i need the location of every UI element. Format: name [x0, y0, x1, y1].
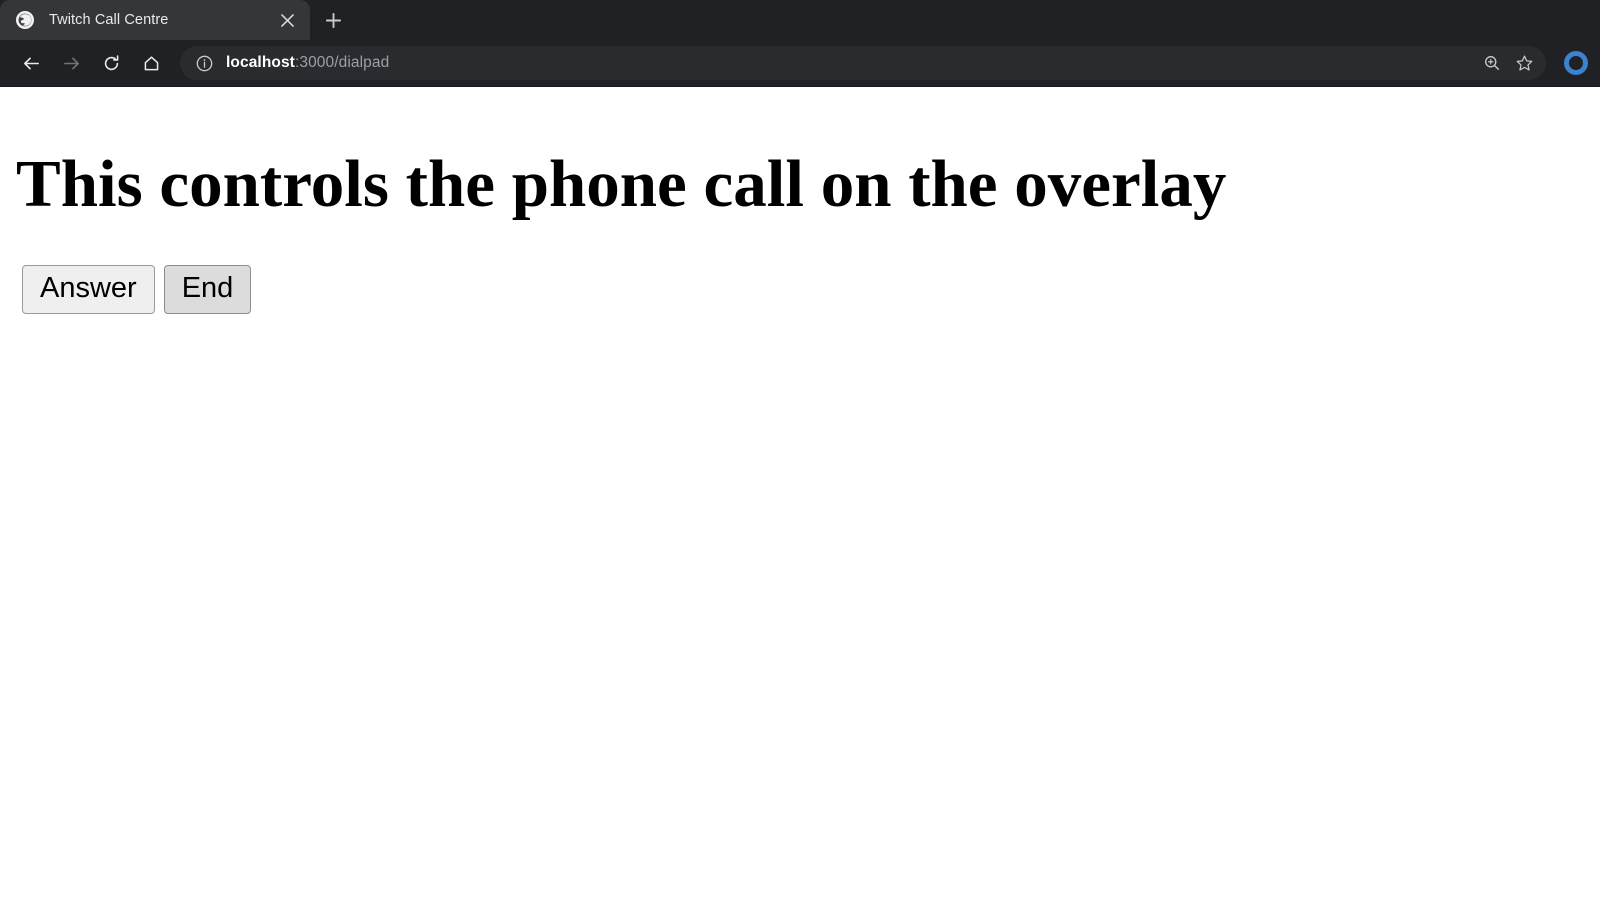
browser-toolbar: localhost:3000/dialpad [0, 40, 1600, 87]
close-icon[interactable] [274, 7, 300, 33]
url-host: localhost [226, 54, 295, 71]
globe-icon [16, 11, 34, 29]
url-text: localhost:3000/dialpad [226, 54, 1474, 72]
page-content: This controls the phone call on the over… [0, 149, 1600, 919]
address-bar[interactable]: localhost:3000/dialpad [180, 46, 1546, 80]
profile-avatar-icon[interactable] [1564, 51, 1588, 75]
browser-tab-active[interactable]: Twitch Call Centre [0, 0, 310, 40]
answer-button[interactable]: Answer [22, 265, 155, 315]
star-icon[interactable] [1510, 49, 1538, 77]
reload-icon[interactable] [94, 46, 128, 80]
arrow-right-icon [54, 46, 88, 80]
browser-chrome: Twitch Call Centre localhost:3000/dialpa… [0, 0, 1600, 87]
url-path: :3000/dialpad [294, 54, 390, 71]
end-button[interactable]: End [163, 265, 252, 315]
info-circle-icon[interactable] [194, 53, 214, 73]
new-tab-button[interactable] [316, 3, 350, 37]
arrow-left-icon[interactable] [14, 46, 48, 80]
zoom-in-icon[interactable] [1478, 49, 1506, 77]
tab-strip: Twitch Call Centre [0, 0, 1600, 40]
tab-title: Twitch Call Centre [49, 12, 169, 28]
home-icon[interactable] [134, 46, 168, 80]
page-title: This controls the phone call on the over… [16, 147, 1227, 221]
call-controls: Answer End [22, 265, 1592, 315]
